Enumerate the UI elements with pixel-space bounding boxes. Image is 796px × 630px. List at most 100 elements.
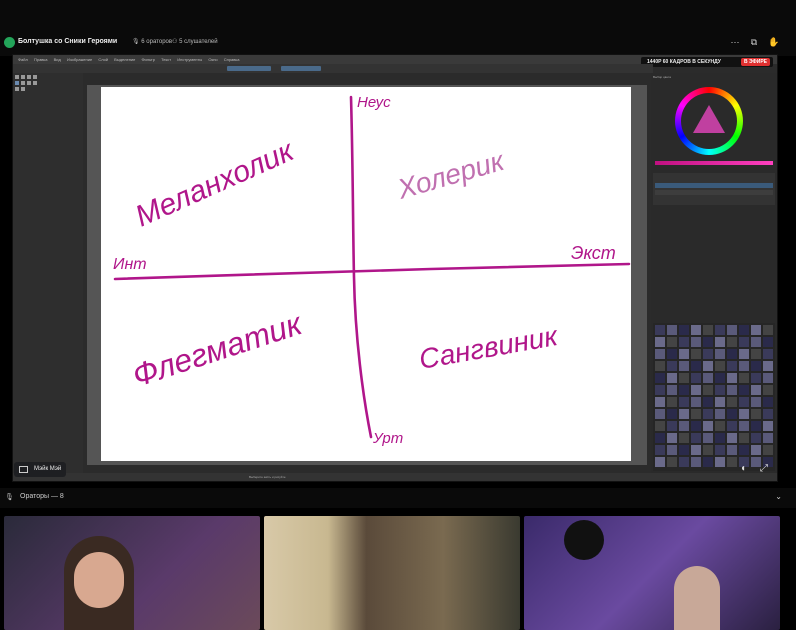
brush-preset[interactable] <box>727 445 737 455</box>
brush-preset[interactable] <box>691 361 701 371</box>
tool-zoom-icon[interactable] <box>21 87 25 91</box>
brush-preset[interactable] <box>727 385 737 395</box>
brush-preset[interactable] <box>751 325 761 335</box>
brush-preset[interactable] <box>703 385 713 395</box>
brush-preset[interactable] <box>655 409 665 419</box>
brush-preset[interactable] <box>691 457 701 467</box>
tool-rect-icon[interactable] <box>27 75 31 79</box>
brush-preset[interactable] <box>715 433 725 443</box>
brush-preset[interactable] <box>679 385 689 395</box>
brush-preset[interactable] <box>703 337 713 347</box>
color-triangle[interactable] <box>693 105 725 133</box>
speaker-video-3[interactable] <box>524 516 780 630</box>
layer-row[interactable] <box>655 183 773 188</box>
brush-preset[interactable] <box>715 421 725 431</box>
fullscreen-icon[interactable]: ⤢ <box>758 463 770 475</box>
brush-preset[interactable] <box>703 373 713 383</box>
brush-preset[interactable] <box>703 409 713 419</box>
brush-preset[interactable] <box>667 421 677 431</box>
brush-preset[interactable] <box>715 445 725 455</box>
menu-window[interactable]: Окно <box>208 55 217 64</box>
brush-preset[interactable] <box>763 409 773 419</box>
brush-preset[interactable] <box>763 421 773 431</box>
tool-select-icon[interactable] <box>15 75 19 79</box>
brush-preset[interactable] <box>691 325 701 335</box>
tool-eraser-icon[interactable] <box>21 81 25 85</box>
brush-preset[interactable] <box>655 325 665 335</box>
brush-preset[interactable] <box>715 361 725 371</box>
volume-icon[interactable]: ◖ <box>737 463 749 475</box>
brush-preset[interactable] <box>703 457 713 467</box>
brush-preset[interactable] <box>679 337 689 347</box>
brush-preset[interactable] <box>691 385 701 395</box>
brush-preset[interactable] <box>691 373 701 383</box>
brush-preset[interactable] <box>751 397 761 407</box>
menu-view[interactable]: Вид <box>54 55 61 64</box>
brush-preset[interactable] <box>679 445 689 455</box>
tool-move-icon[interactable] <box>21 75 25 79</box>
tool-ellipse-icon[interactable] <box>33 75 37 79</box>
brush-preset[interactable] <box>739 397 749 407</box>
brush-preset[interactable] <box>751 409 761 419</box>
brush-preset[interactable] <box>763 397 773 407</box>
brush-preset[interactable] <box>763 385 773 395</box>
brush-preset[interactable] <box>667 409 677 419</box>
brush-preset[interactable] <box>679 457 689 467</box>
brush-preset[interactable] <box>679 421 689 431</box>
menu-edit[interactable]: Правка <box>34 55 48 64</box>
popout-icon[interactable]: ⧉ <box>749 37 759 47</box>
brush-preset[interactable] <box>667 349 677 359</box>
brush-preset[interactable] <box>727 457 737 467</box>
brush-preset[interactable] <box>727 409 737 419</box>
brush-preset[interactable] <box>727 337 737 347</box>
layer-row[interactable] <box>655 190 773 195</box>
brush-preset[interactable] <box>739 349 749 359</box>
brush-preset[interactable] <box>691 397 701 407</box>
brush-preset[interactable] <box>715 373 725 383</box>
brush-preset[interactable] <box>655 445 665 455</box>
menu-text[interactable]: Текст <box>161 55 171 64</box>
opacity-slider[interactable] <box>281 66 321 71</box>
brush-preset[interactable] <box>679 397 689 407</box>
brush-preset[interactable] <box>763 325 773 335</box>
brush-preset[interactable] <box>727 397 737 407</box>
brush-preset[interactable] <box>715 325 725 335</box>
brush-preset[interactable] <box>667 337 677 347</box>
brush-preset[interactable] <box>679 409 689 419</box>
speaker-video-2[interactable] <box>264 516 520 630</box>
brush-preset[interactable] <box>727 433 737 443</box>
brush-preset[interactable] <box>691 433 701 443</box>
brush-preset[interactable] <box>727 325 737 335</box>
brush-preset[interactable] <box>691 445 701 455</box>
brush-preset[interactable] <box>715 409 725 419</box>
more-icon[interactable]: ⋯ <box>730 37 740 47</box>
brush-preset[interactable] <box>715 349 725 359</box>
brush-preset[interactable] <box>679 433 689 443</box>
brush-preset[interactable] <box>763 337 773 347</box>
brush-preset[interactable] <box>727 373 737 383</box>
brush-preset[interactable] <box>739 337 749 347</box>
brush-preset[interactable] <box>763 349 773 359</box>
brush-preset[interactable] <box>679 325 689 335</box>
blend-mode-select[interactable] <box>227 66 271 71</box>
brush-preset[interactable] <box>655 373 665 383</box>
brush-preset[interactable] <box>667 397 677 407</box>
brush-preset[interactable] <box>751 349 761 359</box>
menu-layer[interactable]: Слой <box>98 55 108 64</box>
brush-preset[interactable] <box>739 433 749 443</box>
chevron-down-icon[interactable]: ⌄ <box>775 492 782 501</box>
speaker-video-1[interactable] <box>4 516 260 630</box>
hue-slider[interactable] <box>655 161 773 165</box>
brush-preset[interactable] <box>667 433 677 443</box>
brush-preset[interactable] <box>763 373 773 383</box>
brush-preset[interactable] <box>715 385 725 395</box>
brush-preset[interactable] <box>691 349 701 359</box>
brush-preset[interactable] <box>727 361 737 371</box>
brush-preset[interactable] <box>655 421 665 431</box>
brush-preset[interactable] <box>655 349 665 359</box>
brush-preset[interactable] <box>739 325 749 335</box>
brush-preset[interactable] <box>703 325 713 335</box>
brush-preset[interactable] <box>667 457 677 467</box>
brush-preset[interactable] <box>655 385 665 395</box>
menu-file[interactable]: Файл <box>18 55 28 64</box>
